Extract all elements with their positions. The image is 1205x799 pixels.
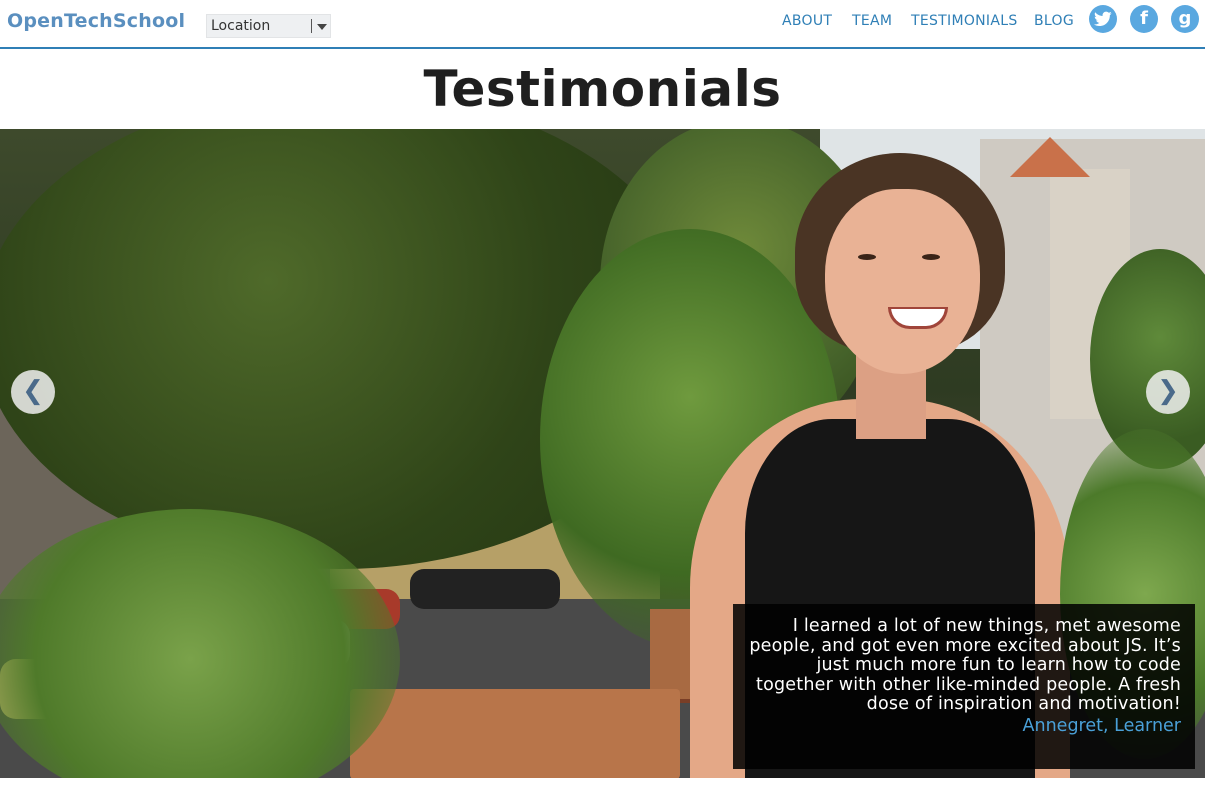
google-plus-icon[interactable]: g bbox=[1171, 5, 1199, 33]
location-select[interactable]: Location bbox=[206, 14, 331, 38]
nav-testimonials[interactable]: TESTIMONIALS bbox=[911, 13, 1018, 29]
nav-about[interactable]: ABOUT bbox=[782, 13, 832, 29]
page-title: Testimonials bbox=[423, 60, 782, 118]
nav-blog[interactable]: BLOG bbox=[1034, 13, 1074, 29]
twitter-icon[interactable] bbox=[1089, 5, 1117, 33]
nav-team[interactable]: TEAM bbox=[852, 13, 892, 29]
testimonial-author[interactable]: Annegret, Learner bbox=[747, 715, 1181, 737]
chevron-down-icon bbox=[317, 24, 327, 30]
testimonial-carousel: ❮ ❯ I learned a lot of new things, met a… bbox=[0, 129, 1205, 778]
testimonial-quote: I learned a lot of new things, met aweso… bbox=[749, 616, 1181, 714]
location-select-label: Location bbox=[211, 18, 271, 34]
carousel-next-button[interactable]: ❯ bbox=[1146, 370, 1190, 414]
site-header: OpenTechSchool Location ABOUT TEAM TESTI… bbox=[0, 0, 1205, 49]
select-divider bbox=[311, 19, 312, 33]
facebook-icon[interactable]: f bbox=[1130, 5, 1158, 33]
site-logo[interactable]: OpenTechSchool bbox=[7, 10, 185, 32]
carousel-prev-button[interactable]: ❮ bbox=[11, 370, 55, 414]
testimonial-quote-box: I learned a lot of new things, met aweso… bbox=[733, 604, 1195, 769]
